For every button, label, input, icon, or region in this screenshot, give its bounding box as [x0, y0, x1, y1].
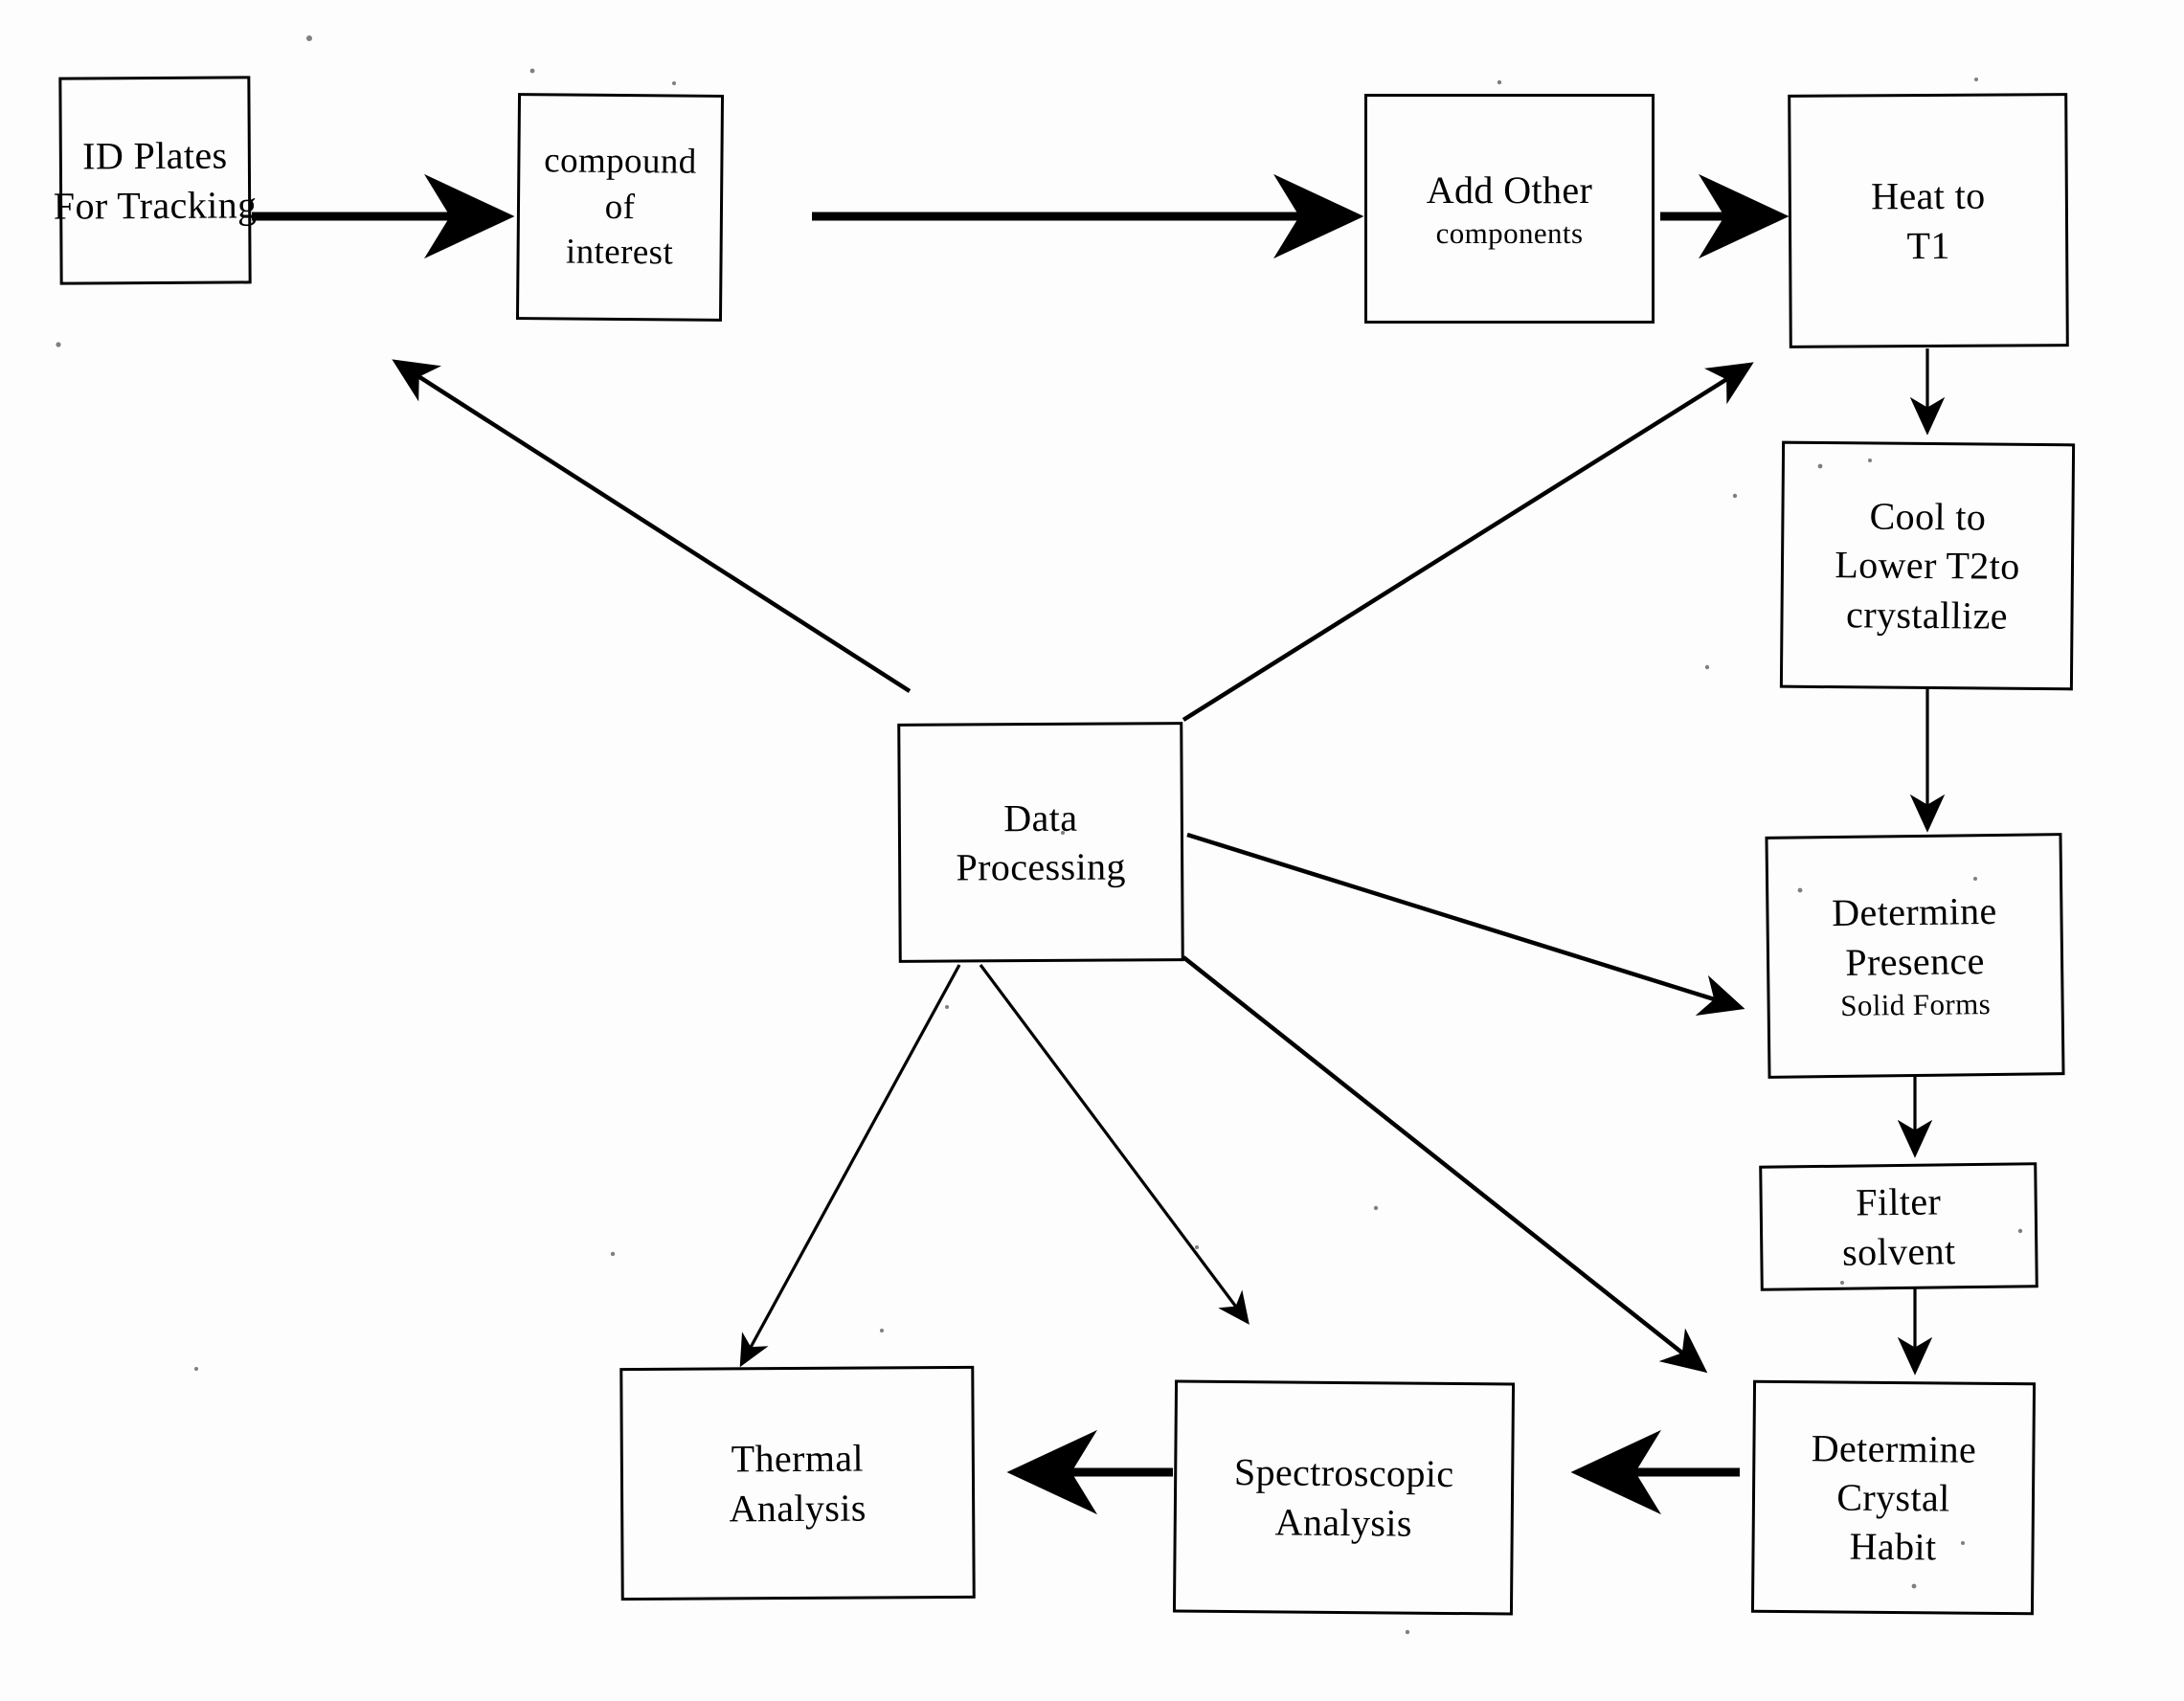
node-data-processing-line-2: Processing: [956, 844, 1126, 889]
node-data-processing[interactable]: Data Processing: [897, 722, 1184, 963]
node-filter[interactable]: Filter solvent: [1759, 1162, 2038, 1291]
node-thermal-line-1: Thermal: [731, 1436, 865, 1481]
node-determine-presence[interactable]: Determine Presence Solid Forms: [1765, 833, 2065, 1079]
node-cool-line-2: Lower T2to: [1835, 543, 2020, 589]
node-crystal-habit-line-1: Determine: [1811, 1425, 1977, 1471]
node-spectroscopic-line-1: Spectroscopic: [1233, 1450, 1454, 1496]
node-id-plates-line-1: ID Plates: [82, 133, 228, 178]
node-id-plates-line-2: For Tracking: [53, 182, 258, 228]
node-spectroscopic[interactable]: Spectroscopic Analysis: [1172, 1379, 1516, 1616]
edge-dataprocessing-to-spectroscopic: [979, 964, 1250, 1325]
node-add-other[interactable]: Add Other components: [1364, 94, 1655, 324]
node-cool-line-3: crystallize: [1845, 592, 2009, 638]
node-crystal-habit[interactable]: Determine Crystal Habit: [1750, 1379, 2037, 1616]
node-crystal-habit-line-3: Habit: [1849, 1524, 1937, 1569]
node-data-processing-line-1: Data: [1003, 795, 1078, 840]
node-spectroscopic-line-2: Analysis: [1274, 1499, 1413, 1545]
flowchart-canvas: ID Plates For Tracking compound of inter…: [0, 0, 2184, 1701]
node-thermal[interactable]: Thermal Analysis: [619, 1365, 976, 1601]
node-filter-line-1: Filter: [1855, 1179, 1942, 1224]
node-add-other-line-1: Add Other: [1426, 168, 1593, 212]
node-crystal-habit-line-2: Crystal: [1836, 1475, 1950, 1520]
edge-dataprocessing-to-determinepresence: [1186, 832, 1745, 1016]
node-cool[interactable]: Cool to Lower T2to crystallize: [1779, 440, 2076, 691]
node-compound-line-2: of: [604, 187, 636, 227]
node-filter-line-2: solvent: [1841, 1228, 1956, 1274]
node-heat-line-1: Heat to: [1870, 173, 1986, 218]
node-heat-line-2: T1: [1906, 223, 1950, 267]
node-add-other-line-2: components: [1435, 215, 1584, 250]
node-id-plates[interactable]: ID Plates For Tracking: [54, 76, 258, 285]
node-compound-line-3: interest: [565, 232, 674, 273]
node-determine-presence-line-2: Presence: [1845, 938, 1986, 984]
node-cool-line-1: Cool to: [1869, 494, 1987, 539]
node-compound-line-1: compound: [544, 141, 697, 183]
edge-dataprocessing-to-idplates: [392, 359, 912, 693]
edge-dataprocessing-to-heat: [1182, 362, 1754, 722]
node-thermal-line-2: Analysis: [729, 1486, 867, 1530]
node-determine-presence-line-1: Determine: [1831, 889, 1997, 935]
edge-dataprocessing-to-crystalhabit: [1182, 955, 1708, 1374]
edge-dataprocessing-to-thermal: [739, 964, 961, 1368]
node-determine-presence-line-3: Solid Forms: [1839, 986, 1992, 1022]
node-compound[interactable]: compound of interest: [515, 93, 725, 322]
node-heat[interactable]: Heat to T1: [1788, 93, 2069, 348]
